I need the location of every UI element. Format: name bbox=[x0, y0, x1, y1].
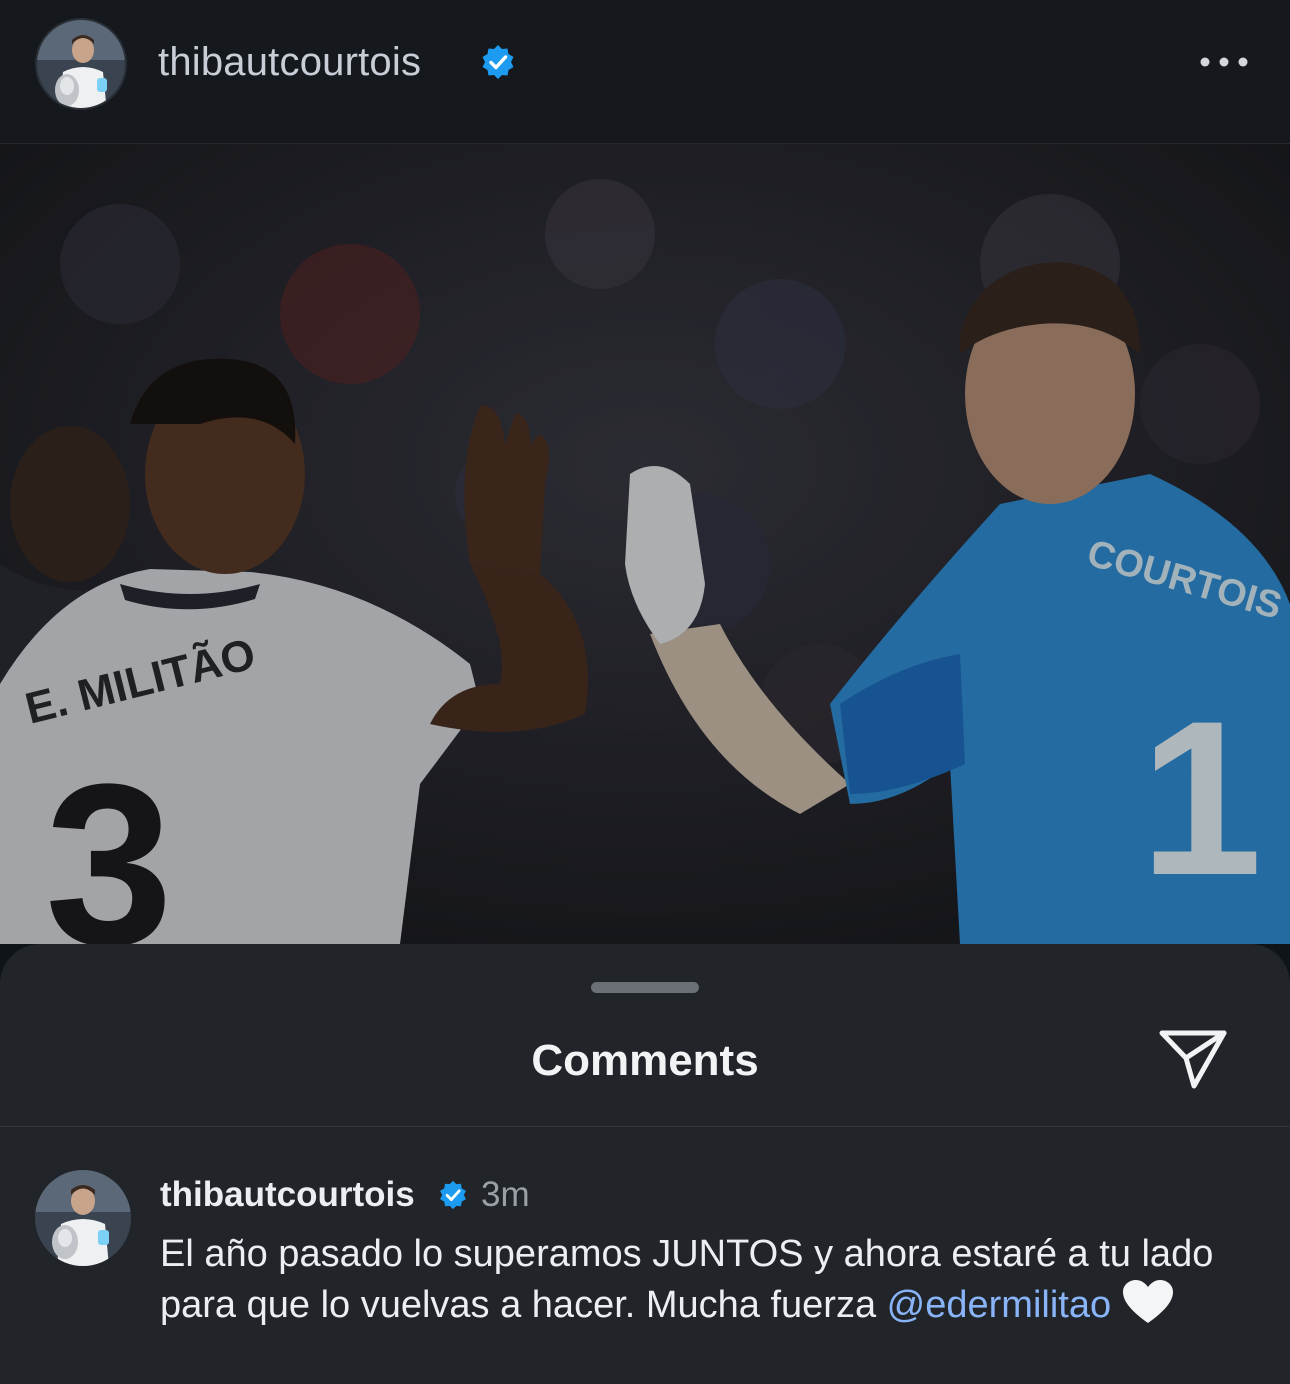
verified-badge-icon bbox=[440, 1180, 466, 1210]
avatar-image bbox=[37, 20, 125, 108]
post-header: thibautcourtois bbox=[0, 0, 1290, 144]
paper-plane-icon[interactable] bbox=[1158, 1028, 1228, 1090]
white-heart-icon bbox=[1123, 1280, 1174, 1323]
comments-sheet: Comments thibautcourtois 3m El año pasad… bbox=[0, 944, 1290, 1384]
sheet-divider bbox=[0, 1126, 1290, 1127]
comment-avatar[interactable] bbox=[35, 1170, 131, 1266]
instagram-post-screen: thibautcourtois E. MILITÃO 3 COURTOIS 1 … bbox=[0, 0, 1290, 1384]
comment-text: El año pasado lo superamos JUNTOS y ahor… bbox=[160, 1229, 1240, 1330]
comment-avatar-image bbox=[35, 1170, 131, 1266]
comment-timestamp: 3m bbox=[481, 1175, 530, 1214]
comment-username[interactable]: thibautcourtois bbox=[160, 1174, 415, 1216]
post-photo-image: E. MILITÃO 3 COURTOIS 1 bbox=[0, 144, 1290, 944]
post-username[interactable]: thibautcourtois bbox=[158, 38, 421, 86]
post-photo[interactable]: E. MILITÃO 3 COURTOIS 1 bbox=[0, 144, 1290, 944]
mention-link[interactable]: @edermilitao bbox=[887, 1284, 1111, 1326]
drag-handle[interactable] bbox=[591, 982, 699, 993]
verified-badge-icon bbox=[482, 45, 514, 79]
sheet-title: Comments bbox=[531, 1036, 759, 1085]
more-horizontal-icon[interactable] bbox=[1198, 48, 1250, 76]
avatar[interactable] bbox=[35, 18, 127, 110]
